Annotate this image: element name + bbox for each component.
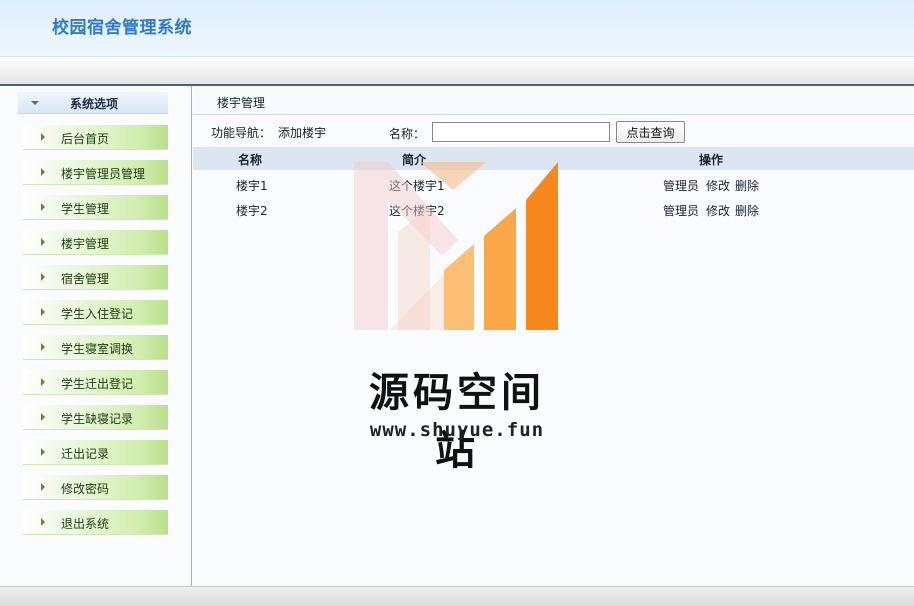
sidebar-item-checkout-records[interactable]: 迁出记录 [23, 440, 168, 465]
sidebar-item-checkout[interactable]: 学生迁出登记 [23, 370, 168, 395]
cell-name: 楼宇1 [236, 179, 268, 193]
sidebar-item-label: 学生迁出登记 [61, 377, 134, 391]
triangle-right-icon [41, 238, 45, 246]
app-title: 校园宿舍管理系统 [52, 18, 192, 38]
sidebar-item-building-admins[interactable]: 楼宇管理员管理 [23, 160, 168, 185]
sidebar-item-dashboard[interactable]: 后台首页 [23, 125, 168, 150]
triangle-right-icon [41, 308, 45, 316]
sidebar-item-label: 学生入住登记 [61, 307, 134, 321]
search-toolbar: 功能导航： 添加楼宇 名称： 点击查询 [193, 116, 914, 146]
sidebar-item-change-password[interactable]: 修改密码 [23, 475, 168, 500]
manager-link[interactable]: 管理员 [663, 202, 699, 219]
breadcrumb-label: 楼宇管理 [217, 96, 266, 110]
column-header-name: 名称 [238, 153, 263, 167]
triangle-right-icon [41, 133, 45, 141]
watermark-url: www.shuyue.fun [369, 419, 545, 441]
function-nav-label: 功能导航： [211, 126, 272, 140]
edit-link[interactable]: 修改 [706, 202, 730, 219]
triangle-right-icon [41, 168, 45, 176]
sidebar-item-label: 楼宇管理 [61, 237, 110, 251]
top-toolbar [0, 57, 914, 86]
sidebar-item-label: 宿舍管理 [61, 272, 110, 286]
sidebar: 系统选项 后台首页 楼宇管理员管理 学生管理 楼宇管理 宿舍管理 学生入住登记 … [0, 86, 192, 586]
query-button[interactable]: 点击查询 [616, 121, 685, 143]
sidebar-item-dorms[interactable]: 宿舍管理 [23, 265, 168, 290]
sidebar-item-label: 修改密码 [61, 482, 110, 496]
sidebar-item-checkin[interactable]: 学生入住登记 [23, 300, 168, 325]
app-header: 校园宿舍管理系统 [0, 0, 914, 57]
sidebar-item-label: 后台首页 [61, 132, 110, 146]
cell-name: 楼宇2 [236, 204, 268, 218]
triangle-right-icon [41, 483, 45, 491]
sidebar-item-buildings[interactable]: 楼宇管理 [23, 230, 168, 255]
column-header-actions: 操作 [699, 153, 724, 167]
breadcrumb: 楼宇管理 [193, 86, 914, 115]
sidebar-item-students[interactable]: 学生管理 [23, 195, 168, 220]
sidebar-item-label: 学生缺寝记录 [61, 412, 134, 426]
sidebar-item-absence[interactable]: 学生缺寝记录 [23, 405, 168, 430]
add-building-link[interactable]: 添加楼宇 [278, 124, 326, 141]
collapse-arrow-icon[interactable] [31, 101, 39, 105]
triangle-right-icon [41, 448, 45, 456]
edit-link[interactable]: 修改 [706, 177, 730, 194]
watermark-name: 源码空间站 [369, 370, 545, 474]
watermark-logo-icon [354, 162, 558, 330]
triangle-right-icon [41, 378, 45, 386]
delete-link[interactable]: 删除 [735, 177, 759, 194]
sidebar-item-label: 迁出记录 [61, 447, 110, 461]
sidebar-header-label: 系统选项 [70, 97, 119, 111]
triangle-right-icon [41, 343, 45, 351]
sidebar-item-room-swap[interactable]: 学生寝室调换 [23, 335, 168, 360]
name-label: 名称： [389, 127, 426, 141]
triangle-right-icon [41, 203, 45, 211]
delete-link[interactable]: 删除 [735, 202, 759, 219]
triangle-right-icon [41, 273, 45, 281]
manager-link[interactable]: 管理员 [663, 177, 699, 194]
triangle-right-icon [41, 413, 45, 421]
footer-bar [0, 586, 914, 606]
triangle-right-icon [41, 518, 45, 526]
sidebar-item-label: 学生寝室调换 [61, 342, 134, 356]
sidebar-header[interactable]: 系统选项 [18, 92, 168, 114]
name-search-input[interactable] [432, 122, 610, 142]
sidebar-item-label: 退出系统 [61, 517, 110, 531]
sidebar-item-label: 楼宇管理员管理 [61, 167, 146, 181]
sidebar-item-label: 学生管理 [61, 202, 110, 216]
sidebar-item-logout[interactable]: 退出系统 [23, 510, 168, 535]
